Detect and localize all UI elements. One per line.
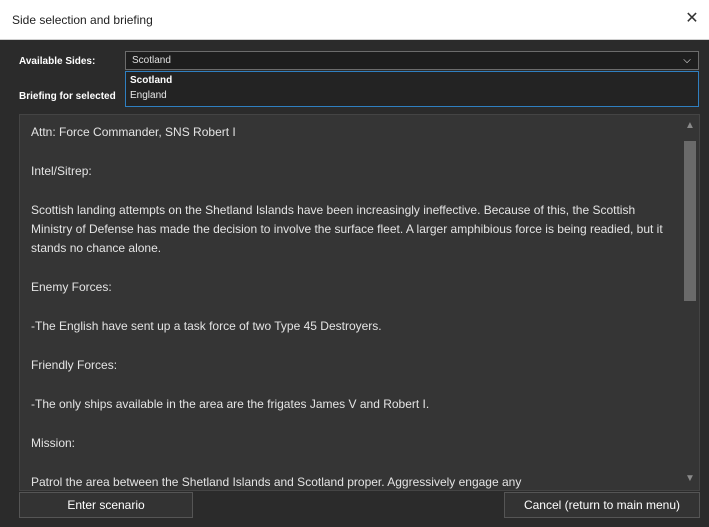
briefing-scrollbar[interactable]: ▲ ▼ xyxy=(681,115,699,490)
side-select-value: Scotland xyxy=(132,55,171,66)
available-sides-label: Available Sides: xyxy=(19,56,96,67)
briefing-paragraph: Scottish landing attempts on the Shetlan… xyxy=(31,203,663,255)
briefing-text-area[interactable]: Attn: Force Commander, SNS Robert I Inte… xyxy=(19,114,700,491)
title-bar: Side selection and briefing ✕ xyxy=(0,0,709,40)
side-option-england[interactable]: England xyxy=(130,90,167,101)
briefing-paragraph: Mission: xyxy=(31,436,76,450)
briefing-paragraph: Enemy Forces: xyxy=(31,280,112,294)
briefing-paragraph: Friendly Forces: xyxy=(31,358,118,372)
dialog-content: Available Sides: Scotland ⌵ Briefing for… xyxy=(0,40,709,527)
chevron-down-icon[interactable]: ⌵ xyxy=(676,52,698,69)
briefing-paragraph: Attn: Force Commander, SNS Robert I xyxy=(31,125,236,139)
side-dropdown-list: Scotland England xyxy=(125,71,699,107)
cancel-button[interactable]: Cancel (return to main menu) xyxy=(504,492,700,518)
enter-scenario-button[interactable]: Enter scenario xyxy=(19,492,193,518)
side-option-scotland[interactable]: Scotland xyxy=(130,75,172,86)
window-title: Side selection and briefing xyxy=(12,13,153,27)
scroll-down-icon[interactable]: ▼ xyxy=(681,472,699,486)
briefing-paragraph: -The English have sent up a task force o… xyxy=(31,319,382,333)
briefing-paragraph: Intel/Sitrep: xyxy=(31,164,92,178)
briefing-paragraph: -The only ships available in the area ar… xyxy=(31,397,430,411)
briefing-text: Attn: Force Commander, SNS Robert I Inte… xyxy=(31,123,671,490)
scrollbar-thumb[interactable] xyxy=(684,141,696,301)
briefing-label: Briefing for selected xyxy=(19,91,116,102)
side-select[interactable]: Scotland ⌵ xyxy=(125,51,699,70)
briefing-paragraph: Patrol the area between the Shetland Isl… xyxy=(31,475,522,489)
scroll-up-icon[interactable]: ▲ xyxy=(681,119,699,133)
close-icon[interactable]: ✕ xyxy=(683,10,701,28)
